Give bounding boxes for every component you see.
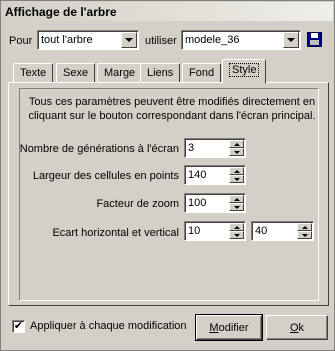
- tab-marge[interactable]: Marge: [97, 63, 143, 83]
- utiliser-dropdown-button[interactable]: [283, 32, 299, 48]
- pour-select[interactable]: tout l'arbre: [37, 30, 139, 50]
- tab-sexe[interactable]: Sexe: [56, 63, 96, 83]
- chevron-up-icon: [233, 225, 240, 229]
- decrement-button[interactable]: [229, 231, 244, 239]
- chevron-up-icon: [233, 197, 240, 201]
- chevron-down-icon: [233, 177, 240, 181]
- generations-label: Nombre de générations à l'écran: [19, 143, 179, 155]
- tab-fond[interactable]: Fond: [182, 63, 222, 83]
- utiliser-select[interactable]: modele_36: [181, 30, 301, 50]
- pour-label: Pour: [9, 35, 33, 47]
- decrement-button[interactable]: [229, 203, 244, 211]
- tab-style[interactable]: Style: [222, 59, 267, 84]
- chevron-down-icon: [287, 38, 295, 42]
- decrement-button[interactable]: [229, 175, 244, 183]
- ok-button[interactable]: Ok: [266, 315, 328, 340]
- chevron-up-icon: [233, 142, 240, 146]
- chevron-down-icon: [233, 150, 240, 154]
- window-title: Affichage de l'arbre: [2, 2, 333, 21]
- increment-button[interactable]: [297, 223, 312, 231]
- apply-each-change-label[interactable]: Appliquer à chaque modification: [30, 320, 187, 332]
- decrement-button[interactable]: [229, 148, 244, 156]
- increment-button[interactable]: [229, 167, 244, 175]
- info-text: Tous ces paramètres peuvent être modifié…: [28, 96, 316, 122]
- generations-spinner[interactable]: 3: [184, 138, 246, 158]
- chevron-down-icon: [233, 205, 240, 209]
- apply-each-change-checkbox[interactable]: ✔: [12, 320, 25, 333]
- cell-width-label: Largeur des cellules en points: [32, 170, 179, 182]
- decrement-button[interactable]: [297, 231, 312, 239]
- chevron-down-icon: [125, 38, 133, 42]
- modifier-button[interactable]: Modifier: [195, 314, 263, 341]
- chevron-up-icon: [233, 169, 240, 173]
- check-mark-icon: ✔: [13, 320, 24, 332]
- chevron-down-icon: [233, 233, 240, 237]
- pour-select-value: tout l'arbre: [41, 34, 93, 46]
- utiliser-label: utiliser: [145, 35, 177, 47]
- utiliser-select-value: modele_36: [185, 34, 240, 46]
- floppy-disk-icon[interactable]: [307, 32, 322, 47]
- tab-liens[interactable]: Liens: [140, 63, 181, 83]
- horizontal-spacing-spinner[interactable]: 10: [184, 221, 246, 241]
- tab-texte[interactable]: Texte: [13, 63, 54, 83]
- chevron-up-icon: [301, 225, 308, 229]
- chevron-down-icon: [301, 233, 308, 237]
- increment-button[interactable]: [229, 140, 244, 148]
- pour-dropdown-button[interactable]: [121, 32, 137, 48]
- cell-width-spinner[interactable]: 140: [184, 165, 246, 185]
- increment-button[interactable]: [229, 195, 244, 203]
- zoom-label: Facteur de zoom: [96, 198, 179, 210]
- increment-button[interactable]: [229, 223, 244, 231]
- spacing-label: Ecart horizontal et vertical: [52, 227, 179, 239]
- vertical-spacing-spinner[interactable]: 40: [251, 221, 314, 241]
- zoom-spinner[interactable]: 100: [184, 193, 246, 213]
- dialog-window: Affichage de l'arbre Pour tout l'arbre u…: [0, 0, 335, 351]
